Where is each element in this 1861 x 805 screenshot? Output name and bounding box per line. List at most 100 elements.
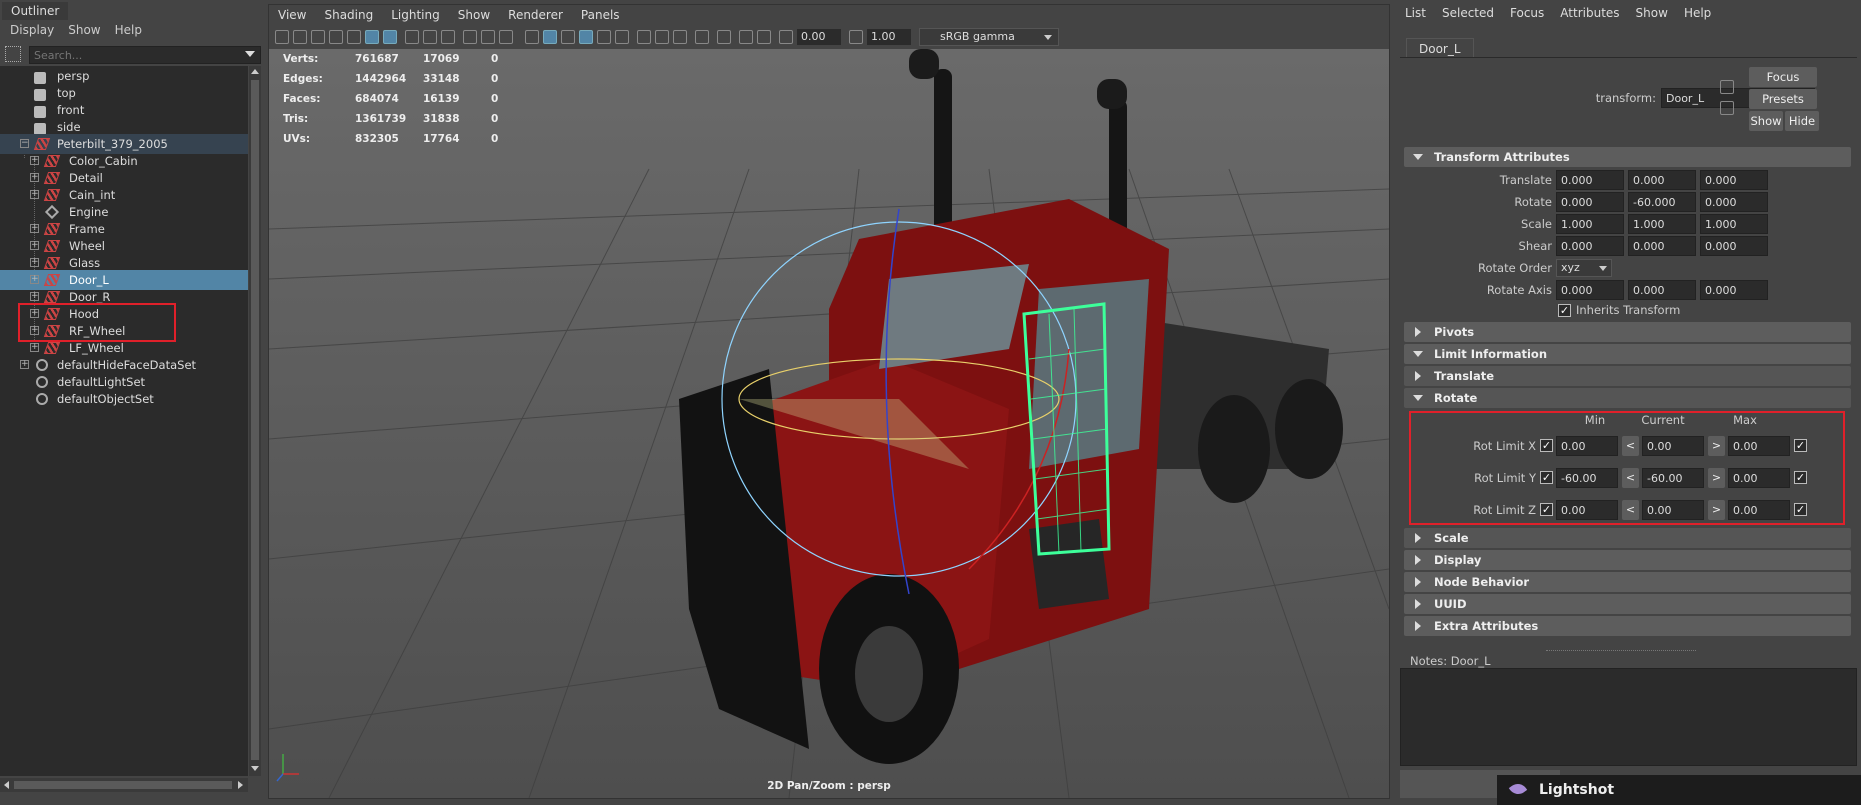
depth-of-field-icon[interactable] (695, 30, 709, 44)
notes-textarea[interactable] (1400, 668, 1857, 766)
xray-joints-icon[interactable] (757, 30, 771, 44)
shear-z-field[interactable]: 0.000 (1700, 236, 1768, 256)
section-display[interactable]: Display (1404, 550, 1851, 570)
rotate-y-field[interactable]: -60.000 (1628, 192, 1696, 212)
shear-x-field[interactable]: 0.000 (1556, 236, 1624, 256)
scale-y-field[interactable]: 1.000 (1628, 214, 1696, 234)
viewport-menu-view[interactable]: View (278, 5, 306, 25)
scale-x-field[interactable]: 1.000 (1556, 214, 1624, 234)
node-tab-door-l[interactable]: Door_L (1406, 38, 1474, 58)
viewport-menu-panels[interactable]: Panels (581, 5, 620, 25)
ae-menu-attributes[interactable]: Attributes (1560, 0, 1619, 26)
camera-attributes-icon[interactable] (293, 30, 307, 44)
shadows-icon[interactable] (615, 30, 629, 44)
ae-menu-help[interactable]: Help (1684, 0, 1711, 26)
2d-pan-zoom-icon[interactable] (347, 30, 361, 44)
translate-y-field[interactable]: 0.000 (1628, 170, 1696, 190)
ae-menu-focus[interactable]: Focus (1510, 0, 1544, 26)
section-transform-attributes[interactable]: Transform Attributes (1404, 147, 1851, 167)
scroll-up-icon[interactable] (251, 69, 259, 74)
scroll-down-icon[interactable] (251, 766, 259, 771)
expand-icon[interactable]: + (30, 156, 39, 165)
viewport-menu-renderer[interactable]: Renderer (508, 5, 563, 25)
rotate-order-select[interactable]: xyz (1556, 259, 1612, 277)
isolate-select-icon[interactable] (717, 30, 731, 44)
section-pivots[interactable]: Pivots (1404, 322, 1851, 342)
scroll-left-icon[interactable] (4, 781, 9, 789)
resolution-gate-icon[interactable] (423, 30, 437, 44)
wireframe-on-shaded-icon[interactable] (561, 30, 575, 44)
outliner-menu-help[interactable]: Help (115, 20, 142, 40)
ae-menu-list[interactable]: List (1405, 0, 1426, 26)
filter-icon[interactable] (5, 46, 21, 62)
gamma-field[interactable]: 1.00 (867, 29, 911, 45)
output-connections-icon[interactable] (1720, 101, 1734, 115)
outliner-menu-show[interactable]: Show (68, 20, 100, 40)
expand-icon[interactable]: + (30, 343, 39, 352)
outliner-horizontal-scrollbar[interactable] (0, 778, 248, 792)
anti-aliasing-icon[interactable] (673, 30, 687, 44)
ae-menu-selected[interactable]: Selected (1442, 0, 1494, 26)
scroll-thumb[interactable] (251, 80, 259, 760)
viewport-menu-show[interactable]: Show (458, 5, 490, 25)
inherits-transform-checkbox[interactable]: ✓ (1558, 304, 1571, 317)
xray-icon[interactable] (739, 30, 753, 44)
rotate-z-field[interactable]: 0.000 (1700, 192, 1768, 212)
expand-icon[interactable]: + (30, 292, 39, 301)
outliner-menu-display[interactable]: Display (10, 20, 54, 40)
ae-menu-show[interactable]: Show (1636, 0, 1668, 26)
outliner-search-input[interactable] (29, 46, 261, 64)
use-all-lights-icon[interactable] (597, 30, 611, 44)
wireframe-icon[interactable] (525, 30, 539, 44)
motion-blur-icon[interactable] (655, 30, 669, 44)
outliner-title-tab[interactable]: Outliner (2, 2, 69, 20)
collapse-icon[interactable]: − (20, 139, 29, 148)
expand-icon[interactable]: + (30, 173, 39, 182)
safe-action-icon[interactable] (481, 30, 495, 44)
screen-space-ao-icon[interactable] (637, 30, 651, 44)
scale-z-field[interactable]: 1.000 (1700, 214, 1768, 234)
section-limit-rotate[interactable]: Rotate (1404, 388, 1851, 408)
section-limit-translate[interactable]: Translate (1404, 366, 1851, 386)
rotate-axis-y-field[interactable]: 0.000 (1628, 280, 1696, 300)
rotate-x-field[interactable]: 0.000 (1556, 192, 1624, 212)
show-button[interactable]: Show (1749, 111, 1783, 131)
outliner-vertical-scrollbar[interactable] (249, 66, 261, 776)
section-node-behavior[interactable]: Node Behavior (1404, 572, 1851, 592)
tree-item-default-object-set[interactable]: defaultObjectSet (0, 389, 248, 409)
exposure-field[interactable]: 0.00 (797, 29, 841, 45)
expand-icon[interactable]: + (30, 275, 39, 284)
section-limit-scale[interactable]: Scale (1404, 528, 1851, 548)
translate-x-field[interactable]: 0.000 (1556, 170, 1624, 190)
textured-icon[interactable] (579, 30, 593, 44)
scroll-thumb[interactable] (14, 781, 232, 789)
scroll-right-icon[interactable] (238, 781, 243, 789)
expand-icon[interactable]: + (30, 224, 39, 233)
shear-y-field[interactable]: 0.000 (1628, 236, 1696, 256)
rotate-axis-z-field[interactable]: 0.000 (1700, 280, 1768, 300)
field-chart-icon[interactable] (463, 30, 477, 44)
expand-icon[interactable]: + (30, 190, 39, 199)
translate-z-field[interactable]: 0.000 (1700, 170, 1768, 190)
gate-mask-icon[interactable] (441, 30, 455, 44)
grease-pencil-icon[interactable] (365, 30, 379, 44)
presets-button[interactable]: Presets (1749, 89, 1817, 109)
search-dropdown-icon[interactable] (245, 51, 255, 57)
safe-title-icon[interactable] (499, 30, 513, 44)
viewport-canvas[interactable]: Verts: 761687 17069 0 Edges: 1442964 331… (269, 49, 1389, 798)
select-camera-icon[interactable] (275, 30, 289, 44)
expand-icon[interactable]: + (30, 258, 39, 267)
expand-icon[interactable]: + (30, 241, 39, 250)
expand-icon[interactable]: + (20, 360, 29, 369)
exposure-icon[interactable] (779, 30, 793, 44)
splitter-handle[interactable] (1546, 650, 1696, 651)
viewport-menu-lighting[interactable]: Lighting (391, 5, 440, 25)
input-connections-icon[interactable] (1720, 80, 1734, 94)
film-gate-icon[interactable] (405, 30, 419, 44)
section-limit-information[interactable]: Limit Information (1404, 344, 1851, 364)
gamma-icon[interactable] (849, 30, 863, 44)
section-extra-attributes[interactable]: Extra Attributes (1404, 616, 1851, 636)
section-uuid[interactable]: UUID (1404, 594, 1851, 614)
viewport-menu-shading[interactable]: Shading (324, 5, 373, 25)
bookmark-icon[interactable] (311, 30, 325, 44)
